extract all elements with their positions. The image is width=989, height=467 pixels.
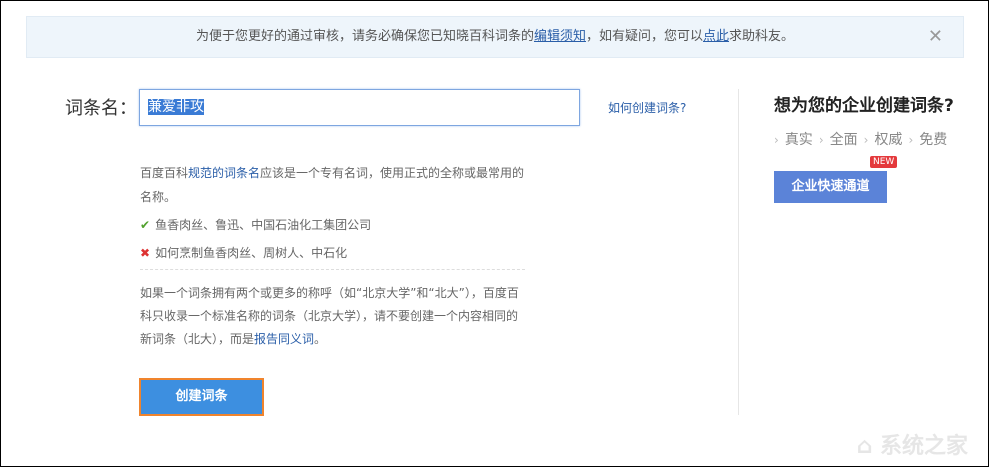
- entry-name-input[interactable]: 兼爱非攻: [139, 89, 580, 126]
- enterprise-fast-track-button[interactable]: 企业快速通道: [774, 171, 887, 203]
- enterprise-heading: 想为您的企业创建词条?: [774, 96, 954, 116]
- vertical-divider: [738, 89, 739, 415]
- create-entry-button[interactable]: 创建词条: [139, 378, 264, 416]
- notice-text: 求助科友。: [729, 29, 795, 44]
- notice-bar: 为便于您更好的通过审核，请务必确保您已知晓百科词条的编辑须知，如有疑问，您可以点…: [26, 16, 964, 58]
- feature-list: 真实 全面 权威 免费: [774, 129, 947, 149]
- new-badge: NEW: [870, 156, 898, 168]
- synonym-text: 如果一个词条拥有两个或更多的称呼（如“北京大学”和“北大”），百度百科只收录一个…: [140, 286, 519, 346]
- notice-text: ，如有疑问，您可以: [585, 29, 703, 44]
- watermark-logo: ⌂ 系统之家: [856, 434, 968, 459]
- cross-icon: ✖: [140, 246, 151, 260]
- notice-text: 为便于您更好的通过审核，请务必确保您已知晓百科词条的: [195, 29, 534, 44]
- naming-rules-link[interactable]: 规范的词条名: [188, 166, 260, 180]
- divider: [140, 269, 525, 270]
- feature-item: 免费: [908, 129, 947, 149]
- edit-guide-link[interactable]: 编辑须知: [534, 29, 586, 44]
- close-icon[interactable]: ✕: [928, 17, 943, 57]
- period: 。: [314, 332, 327, 346]
- feature-item: 全面: [819, 129, 858, 149]
- entry-name-label: 词条名：: [65, 98, 137, 119]
- how-to-create-link[interactable]: 如何创建词条?: [608, 99, 686, 116]
- bad-examples: 如何烹制鱼香肉丝、周树人、中石化: [155, 246, 348, 260]
- check-icon: ✔: [140, 218, 151, 232]
- guide-text: 百度百科: [140, 166, 189, 180]
- naming-guide: 百度百科规范的词条名应该是一个专有名词，使用正式的全称或最常用的名称。 ✔ 鱼香肉…: [140, 161, 525, 351]
- feature-item: 真实: [774, 129, 813, 149]
- help-link[interactable]: 点此: [703, 29, 729, 44]
- report-synonym-link[interactable]: 报告同义词: [254, 332, 314, 346]
- watermark-text: 系统之家: [879, 434, 968, 459]
- input-value: 兼爱非攻: [148, 99, 204, 115]
- feature-item: 权威: [864, 129, 902, 149]
- good-examples: 鱼香肉丝、鲁迅、中国石油化工集团公司: [155, 218, 372, 232]
